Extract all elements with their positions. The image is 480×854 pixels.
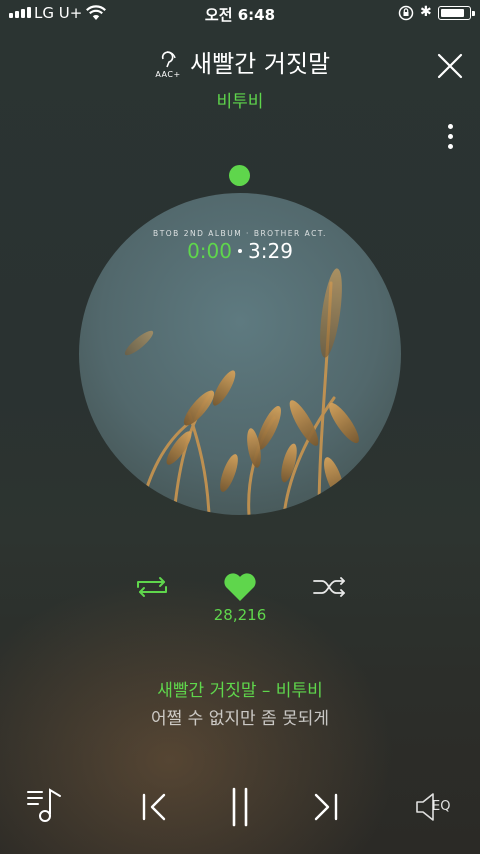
- current-time: 0:00: [187, 239, 232, 263]
- next-button[interactable]: [312, 792, 340, 822]
- previous-icon: [142, 793, 166, 821]
- header: AAC+ 새빨간 거짓말: [0, 48, 480, 84]
- repeat-button[interactable]: [134, 574, 170, 600]
- pause-icon: [232, 787, 248, 827]
- next-icon: [314, 793, 338, 821]
- total-time: 3:29: [248, 239, 293, 263]
- lyric-next-line[interactable]: 어쩔 수 없지만 좀 못되게: [0, 704, 480, 729]
- album-caption: BTOB 2ND ALBUM · BROTHER ACT.: [153, 229, 327, 238]
- heart-icon: [224, 573, 256, 601]
- like-button[interactable]: [222, 571, 258, 603]
- more-button[interactable]: [440, 122, 460, 152]
- previous-button[interactable]: [140, 792, 168, 822]
- shuffle-button[interactable]: [312, 576, 348, 598]
- eq-label: EQ: [432, 799, 451, 814]
- status-bar: LG U+ 오전 6:48 ✱: [0, 0, 480, 28]
- playlist-button[interactable]: [26, 786, 66, 824]
- song-title: 새빨간 거짓말: [190, 50, 331, 78]
- like-count: 28,216: [213, 606, 267, 624]
- eq-button[interactable]: EQ: [414, 790, 460, 824]
- close-icon: [437, 53, 463, 79]
- lyric-current-line[interactable]: 새빨간 거짓말 – 비투비: [0, 676, 480, 701]
- time-display: 0:00 3:29: [79, 239, 401, 263]
- battery-icon: [438, 6, 475, 20]
- close-button[interactable]: [436, 52, 464, 80]
- more-icon: [448, 124, 453, 129]
- album-art: BTOB 2ND ALBUM · BROTHER ACT. 0:00 3:29: [79, 193, 401, 515]
- playlist-icon: [27, 788, 61, 822]
- pause-button[interactable]: [226, 786, 254, 828]
- artist-link[interactable]: 비투비: [0, 87, 480, 112]
- aac-icon: AAC+: [150, 48, 186, 84]
- quality-label: AAC+: [155, 70, 181, 79]
- progress-knob[interactable]: [229, 165, 250, 186]
- rotation-lock-icon: [398, 5, 414, 25]
- repeat-icon: [137, 577, 167, 597]
- bluetooth-icon: ✱: [420, 4, 432, 20]
- shuffle-icon: [313, 577, 345, 597]
